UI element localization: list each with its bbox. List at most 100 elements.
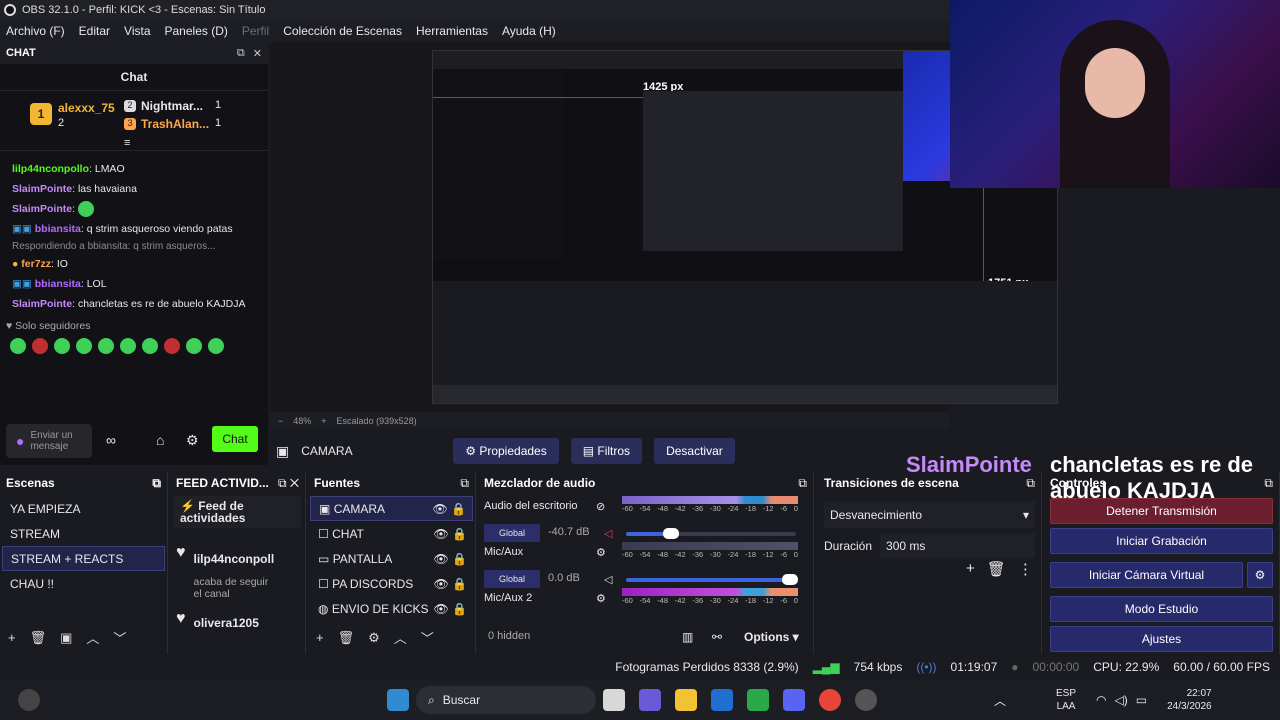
- spreadsheet-app-icon[interactable]: [747, 689, 769, 711]
- eye-icon[interactable]: 👁: [433, 527, 448, 541]
- add-icon[interactable]: +: [8, 630, 16, 645]
- send-chat-button[interactable]: Chat: [212, 426, 258, 452]
- options-button[interactable]: Options ▾: [744, 630, 799, 644]
- infinity-icon[interactable]: ∞: [106, 432, 116, 448]
- emote-icon[interactable]: [76, 338, 92, 355]
- trash-icon[interactable]: 🗑: [338, 630, 355, 646]
- properties-button[interactable]: ⚙ Propiedades: [453, 438, 559, 464]
- filter-icon[interactable]: ▣: [60, 630, 72, 646]
- menu-vista[interactable]: Vista: [124, 24, 150, 38]
- widgets-icon[interactable]: [18, 689, 40, 711]
- duration-input[interactable]: 300 ms: [880, 534, 1035, 558]
- menu-paneles[interactable]: Paneles (D): [165, 24, 228, 38]
- transition-select[interactable]: Desvanecimiento ▾: [824, 502, 1035, 528]
- float-icon[interactable]: ⧉: [152, 476, 161, 491]
- task-view-icon[interactable]: [603, 689, 625, 711]
- emote-icon[interactable]: [208, 338, 224, 355]
- emote-icon[interactable]: [164, 338, 180, 355]
- menu-editar[interactable]: Editar: [79, 24, 110, 38]
- filters-button[interactable]: ▤ Filtros: [570, 438, 643, 464]
- link-icon[interactable]: ⚯: [712, 630, 722, 644]
- zoom-out-button[interactable]: −: [278, 416, 283, 426]
- emote-icon[interactable]: [120, 338, 136, 355]
- mic-icon: ●: [16, 433, 25, 449]
- battery-icon[interactable]: ▭: [1136, 693, 1147, 707]
- language-indicator[interactable]: ESP LAA: [1056, 687, 1076, 713]
- muted-icon[interactable]: ⊘: [596, 500, 605, 513]
- wifi-icon[interactable]: ◠: [1096, 693, 1106, 707]
- lock-icon[interactable]: 🔒: [452, 527, 467, 541]
- volume-icon[interactable]: ◁): [1115, 693, 1128, 707]
- menu-ayuda[interactable]: Ayuda (H): [502, 24, 556, 38]
- studio-mode-button[interactable]: Modo Estudio: [1050, 596, 1273, 622]
- emote-icon[interactable]: [10, 338, 26, 355]
- settings-button[interactable]: Ajustes: [1050, 626, 1273, 652]
- source-item[interactable]: ▣ CAMARA 👁 🔒: [310, 496, 473, 521]
- chat-input[interactable]: ● Enviar un mensaje: [6, 424, 92, 458]
- eye-icon[interactable]: 👁: [433, 602, 448, 616]
- speaker-icon[interactable]: ◁: [604, 573, 612, 586]
- start-recording-button[interactable]: Iniciar Grabación: [1050, 528, 1273, 554]
- gear-icon[interactable]: ⚙: [1247, 562, 1273, 588]
- close-icon[interactable]: ✕: [253, 47, 262, 60]
- menu-archivo[interactable]: Archivo (F): [6, 24, 65, 38]
- menu-herramientas[interactable]: Herramientas: [416, 24, 488, 38]
- source-item[interactable]: ☐ CHAT 👁 🔒: [310, 521, 473, 546]
- scene-item[interactable]: CHAU !!: [2, 571, 165, 596]
- discord-icon[interactable]: [783, 689, 805, 711]
- document-app-icon[interactable]: [711, 689, 733, 711]
- collapse-icon[interactable]: ≡: [124, 137, 130, 149]
- gear-icon[interactable]: ⚙: [368, 630, 380, 646]
- lock-icon[interactable]: 🔒: [451, 502, 466, 516]
- taskbar-search[interactable]: ⌕ Buscar: [416, 686, 596, 714]
- config-icon[interactable]: ⚙: [596, 592, 606, 605]
- chevron-up-icon[interactable]: ︿: [994, 692, 1006, 709]
- deactivate-button[interactable]: Desactivar: [654, 438, 735, 464]
- source-item[interactable]: ◍ ENVIO DE KICKS 👁 🔒: [310, 596, 473, 621]
- volume-slider[interactable]: [626, 574, 798, 585]
- mixer-header: Mezclador de audio ⧉: [484, 475, 807, 491]
- store-icon[interactable]: ⌂: [156, 432, 164, 448]
- eye-icon[interactable]: 👁: [432, 502, 447, 516]
- chrome-icon[interactable]: [819, 689, 841, 711]
- emote-icon[interactable]: [32, 338, 48, 355]
- source-item[interactable]: ☐ PA DISCORDS 👁 🔒: [310, 571, 473, 596]
- emote-icon[interactable]: [98, 338, 114, 355]
- emote-icon[interactable]: [54, 338, 70, 355]
- emote-icon[interactable]: [186, 338, 202, 355]
- lock-icon[interactable]: 🔒: [452, 602, 467, 616]
- add-icon[interactable]: +: [966, 560, 975, 578]
- eye-icon[interactable]: 👁: [433, 577, 448, 591]
- up-icon[interactable]: ︿: [394, 628, 407, 647]
- config-icon[interactable]: ⚙: [596, 546, 606, 559]
- copilot-icon[interactable]: [639, 689, 661, 711]
- trash-icon[interactable]: 🗑: [30, 630, 47, 646]
- scene-item[interactable]: YA EMPIEZA: [2, 496, 165, 521]
- up-icon[interactable]: ︿: [86, 628, 99, 647]
- volume-slider[interactable]: [626, 528, 796, 539]
- start-virtual-camera-button[interactable]: Iniciar Cámara Virtual: [1050, 562, 1243, 588]
- add-icon[interactable]: +: [316, 630, 324, 645]
- columns-icon[interactable]: ▥: [682, 630, 693, 644]
- lock-icon[interactable]: 🔒: [452, 577, 467, 591]
- gear-icon[interactable]: ⚙: [186, 432, 199, 449]
- zoom-in-button[interactable]: +: [321, 416, 326, 426]
- float-icon[interactable]: ⧉: [237, 47, 245, 60]
- file-explorer-icon[interactable]: [675, 689, 697, 711]
- eye-icon[interactable]: 👁: [433, 552, 448, 566]
- down-icon[interactable]: ﹀: [113, 628, 126, 647]
- menu-perfil[interactable]: Perfil: [242, 24, 269, 38]
- scene-item[interactable]: STREAM: [2, 521, 165, 546]
- windows-start-icon[interactable]: [387, 689, 409, 711]
- scene-item-selected[interactable]: STREAM + REACTS: [2, 546, 165, 571]
- trash-icon[interactable]: 🗑: [987, 560, 1006, 578]
- menu-coleccion-escenas[interactable]: Colección de Escenas: [283, 24, 402, 38]
- source-item[interactable]: ▭ PANTALLA 👁 🔒: [310, 546, 473, 571]
- clock[interactable]: 22:07 24/3/2026: [1167, 687, 1212, 713]
- emote-icon[interactable]: [142, 338, 158, 355]
- obs-taskbar-icon[interactable]: [855, 689, 877, 711]
- speaker-muted-icon[interactable]: ◁: [604, 527, 612, 540]
- down-icon[interactable]: ﹀: [421, 628, 434, 647]
- more-icon[interactable]: ⋮: [1018, 560, 1033, 578]
- lock-icon[interactable]: 🔒: [452, 552, 467, 566]
